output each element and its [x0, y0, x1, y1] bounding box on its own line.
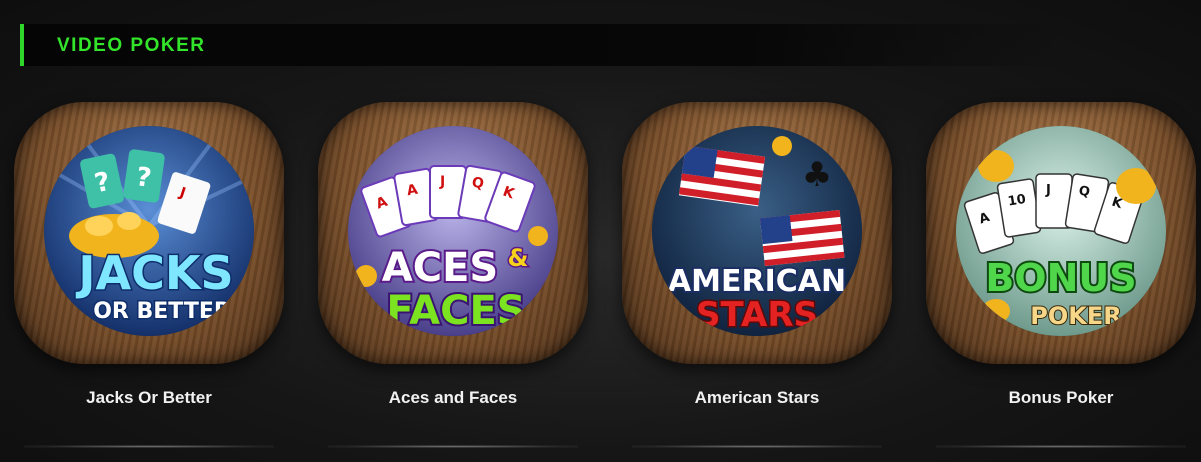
card-divider: [328, 445, 578, 448]
game-thumbnail[interactable]: A 10 J Q K BONUS POKER: [956, 126, 1166, 336]
logo-line-2: OR BETTER: [93, 299, 231, 324]
game-thumbnail[interactable]: ♣ AMERICAN STARS: [652, 126, 862, 336]
card-divider: [936, 445, 1186, 448]
game-card-aces-and-faces[interactable]: A A J Q K ACES & FACES Aces and Faces: [318, 102, 588, 448]
logo-line-2: POKER: [1030, 302, 1121, 330]
svg-text:10: 10: [1007, 192, 1027, 210]
logo-line-3: FACES: [386, 288, 525, 334]
game-title[interactable]: Jacks Or Better: [14, 388, 284, 408]
game-thumbnail[interactable]: ? ? J JACKS OR BETTER: [44, 126, 254, 336]
logo-line-1: JACKS: [75, 246, 233, 300]
game-title[interactable]: Bonus Poker: [926, 388, 1196, 408]
svg-text:J: J: [439, 174, 445, 190]
game-title[interactable]: American Stars: [622, 388, 892, 408]
game-card-jacks-or-better[interactable]: ? ? J JACKS OR BETTER Jacks Or Better: [14, 102, 284, 448]
game-title[interactable]: Aces and Faces: [318, 388, 588, 408]
card-divider: [632, 445, 882, 448]
svg-text:Q: Q: [1078, 184, 1091, 201]
section-header: VIDEO POKER: [20, 24, 1060, 66]
card-divider: [24, 445, 274, 448]
logo-line-2: &: [508, 244, 529, 272]
section-title: VIDEO POKER: [57, 35, 206, 56]
game-card-bonus-poker[interactable]: A 10 J Q K BONUS POKER Bonus Poker: [926, 102, 1196, 448]
logo-line-1: AMERICAN: [668, 264, 846, 299]
logo-line-1: BONUS: [985, 256, 1136, 300]
svg-text:♣: ♣: [802, 155, 832, 195]
game-card-american-stars[interactable]: ♣ AMERICAN STARS American Stars: [622, 102, 892, 448]
svg-text:J: J: [1045, 183, 1051, 198]
game-tile-frame[interactable]: ♣ AMERICAN STARS: [622, 102, 892, 364]
logo-line-2: STARS: [696, 295, 818, 335]
game-thumbnail[interactable]: A A J Q K ACES & FACES: [348, 126, 558, 336]
game-tile-frame[interactable]: A 10 J Q K BONUS POKER: [926, 102, 1196, 364]
game-tile-frame[interactable]: ? ? J JACKS OR BETTER: [14, 102, 284, 364]
logo-line-1: ACES: [382, 245, 498, 291]
game-tile-frame[interactable]: A A J Q K ACES & FACES: [318, 102, 588, 364]
